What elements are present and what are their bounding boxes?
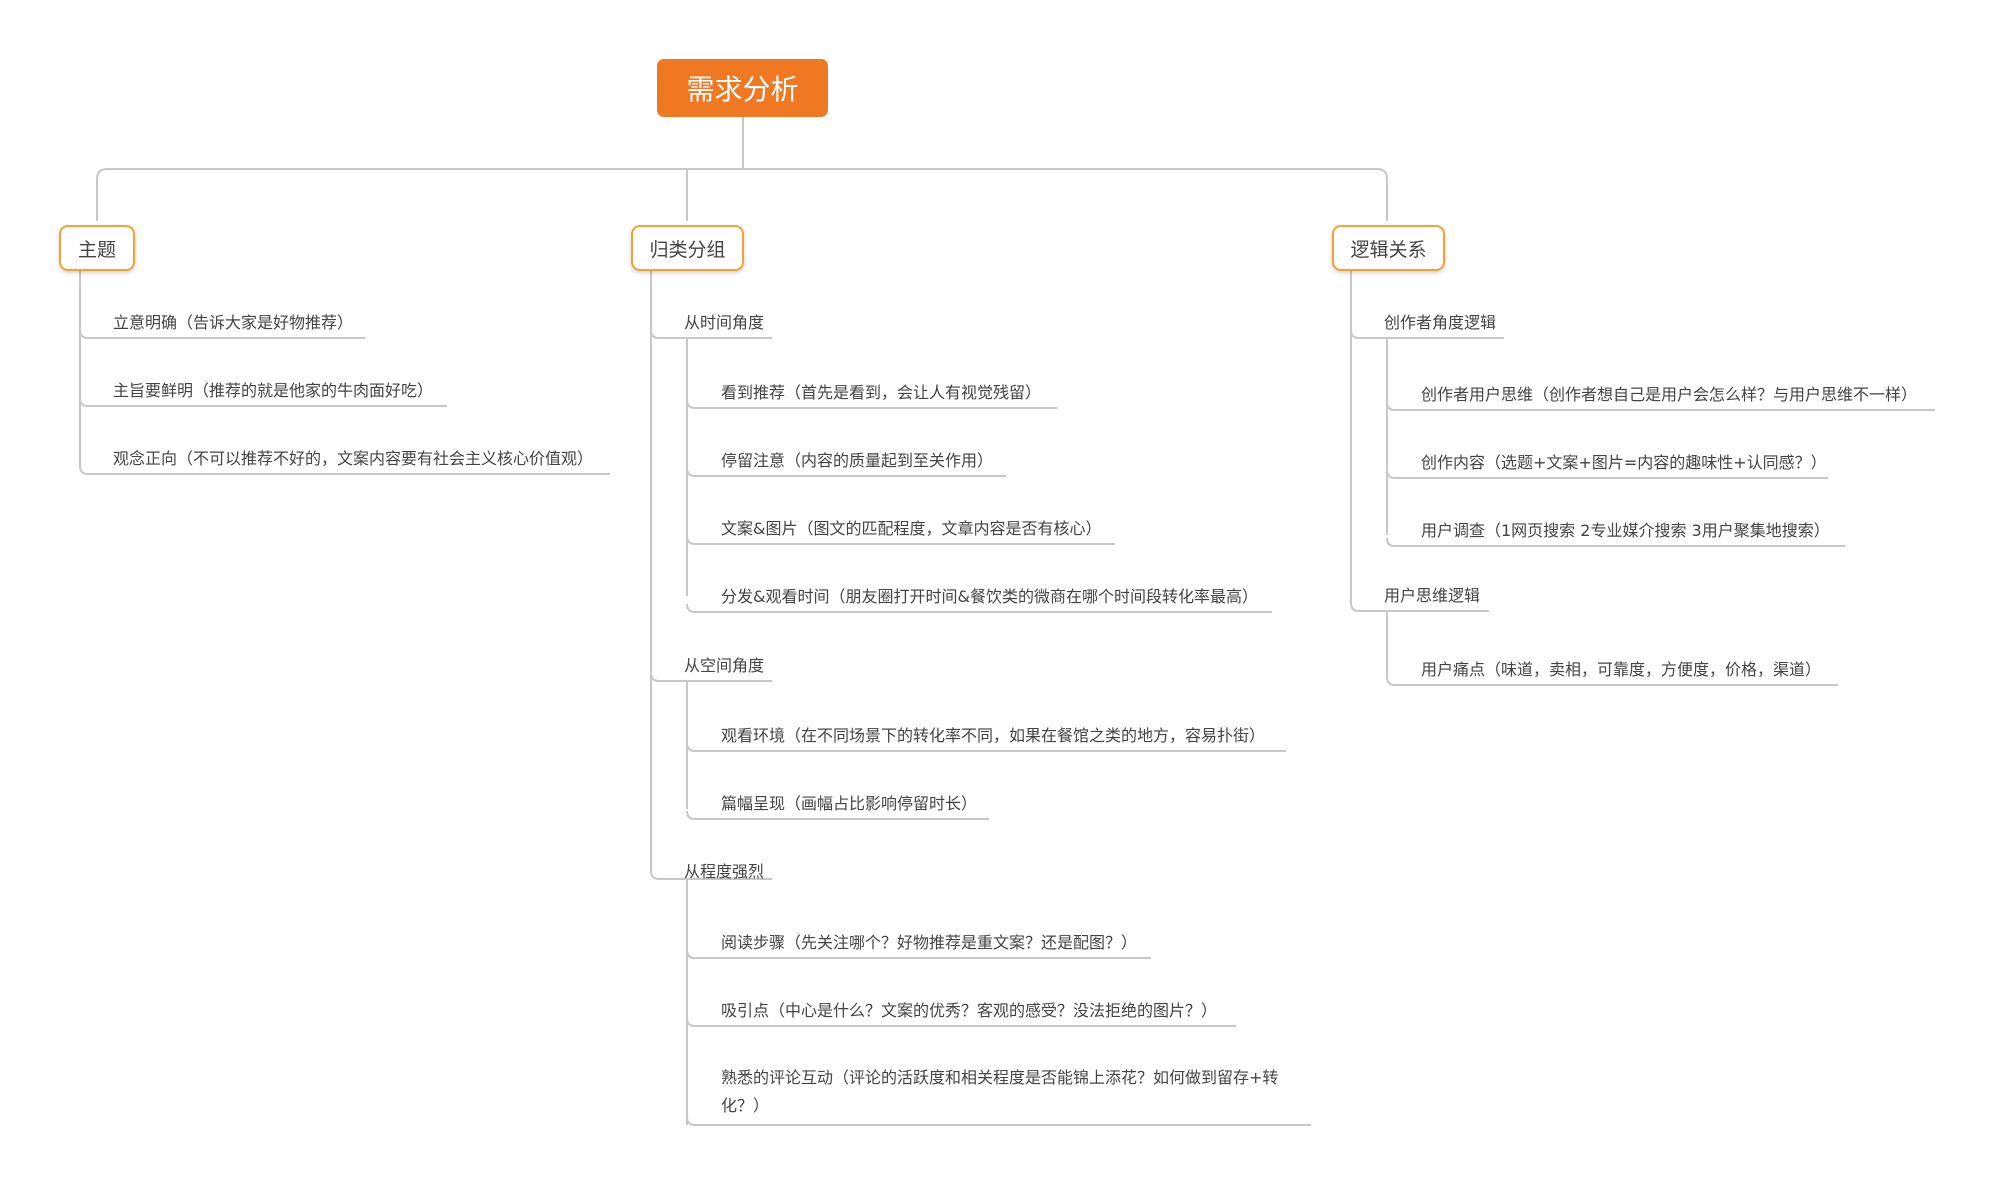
grouping-time-item[interactable]: 看到推荐（首先是看到，会让人有视觉残留） xyxy=(721,382,1041,404)
logic-creator-angle[interactable]: 创作者角度逻辑 xyxy=(1384,312,1496,334)
theme-item-clear-intent[interactable]: 立意明确（告诉大家是好物推荐） xyxy=(113,312,353,334)
logic-user-item[interactable]: 用户痛点（味道，卖相，可靠度，方便度，价格，渠道） xyxy=(1421,659,1821,681)
logic-user-angle[interactable]: 用户思维逻辑 xyxy=(1384,585,1480,607)
grouping-time-item[interactable]: 分发&观看时间（朋友圈打开时间&餐饮类的微商在哪个时间段转化率最高） xyxy=(721,586,1258,608)
logic-creator-item[interactable]: 创作者用户思维（创作者想自己是用户会怎么样？与用户思维不一样） xyxy=(1421,384,1917,406)
root-topic[interactable]: 需求分析 xyxy=(657,59,828,117)
grouping-time-angle[interactable]: 从时间角度 xyxy=(684,312,764,334)
branch-theme[interactable]: 主题 xyxy=(59,225,135,271)
grouping-intensity-item[interactable]: 熟悉的评论互动（评论的活跃度和相关程度是否能锦上添花？如何做到留存+转化？） xyxy=(721,1064,1311,1120)
grouping-time-item[interactable]: 停留注意（内容的质量起到至关作用） xyxy=(721,450,993,472)
grouping-space-item[interactable]: 篇幅呈现（画幅占比影响停留时长） xyxy=(721,793,977,815)
branch-grouping[interactable]: 归类分组 xyxy=(631,225,744,271)
grouping-intensity-item[interactable]: 阅读步骤（先关注哪个？好物推荐是重文案？还是配图？） xyxy=(721,932,1137,954)
logic-creator-item[interactable]: 创作内容（选题+文案+图片=内容的趣味性+认同感？） xyxy=(1421,452,1827,474)
connector-root-bar xyxy=(96,168,1388,221)
grouping-space-item[interactable]: 观看环境（在不同场景下的转化率不同，如果在餐馆之类的地方，容易扑街） xyxy=(721,725,1265,747)
grouping-space-angle[interactable]: 从空间角度 xyxy=(684,655,764,677)
grouping-intensity-angle[interactable]: 从程度强烈 xyxy=(684,861,764,883)
grouping-intensity-item[interactable]: 吸引点（中心是什么？文案的优秀？客观的感受？没法拒绝的图片？） xyxy=(721,1000,1217,1022)
grouping-time-item[interactable]: 文案&图片（图文的匹配程度，文章内容是否有核心） xyxy=(721,518,1101,540)
logic-creator-item[interactable]: 用户调查（1网页搜索 2专业媒介搜索 3用户聚集地搜索） xyxy=(1421,520,1830,542)
theme-item-positive-values[interactable]: 观念正向（不可以推荐不好的，文案内容要有社会主义核心价值观） xyxy=(113,448,593,470)
theme-item-clear-subject[interactable]: 主旨要鲜明（推荐的就是他家的牛肉面好吃） xyxy=(113,380,433,402)
branch-logic[interactable]: 逻辑关系 xyxy=(1332,225,1445,271)
